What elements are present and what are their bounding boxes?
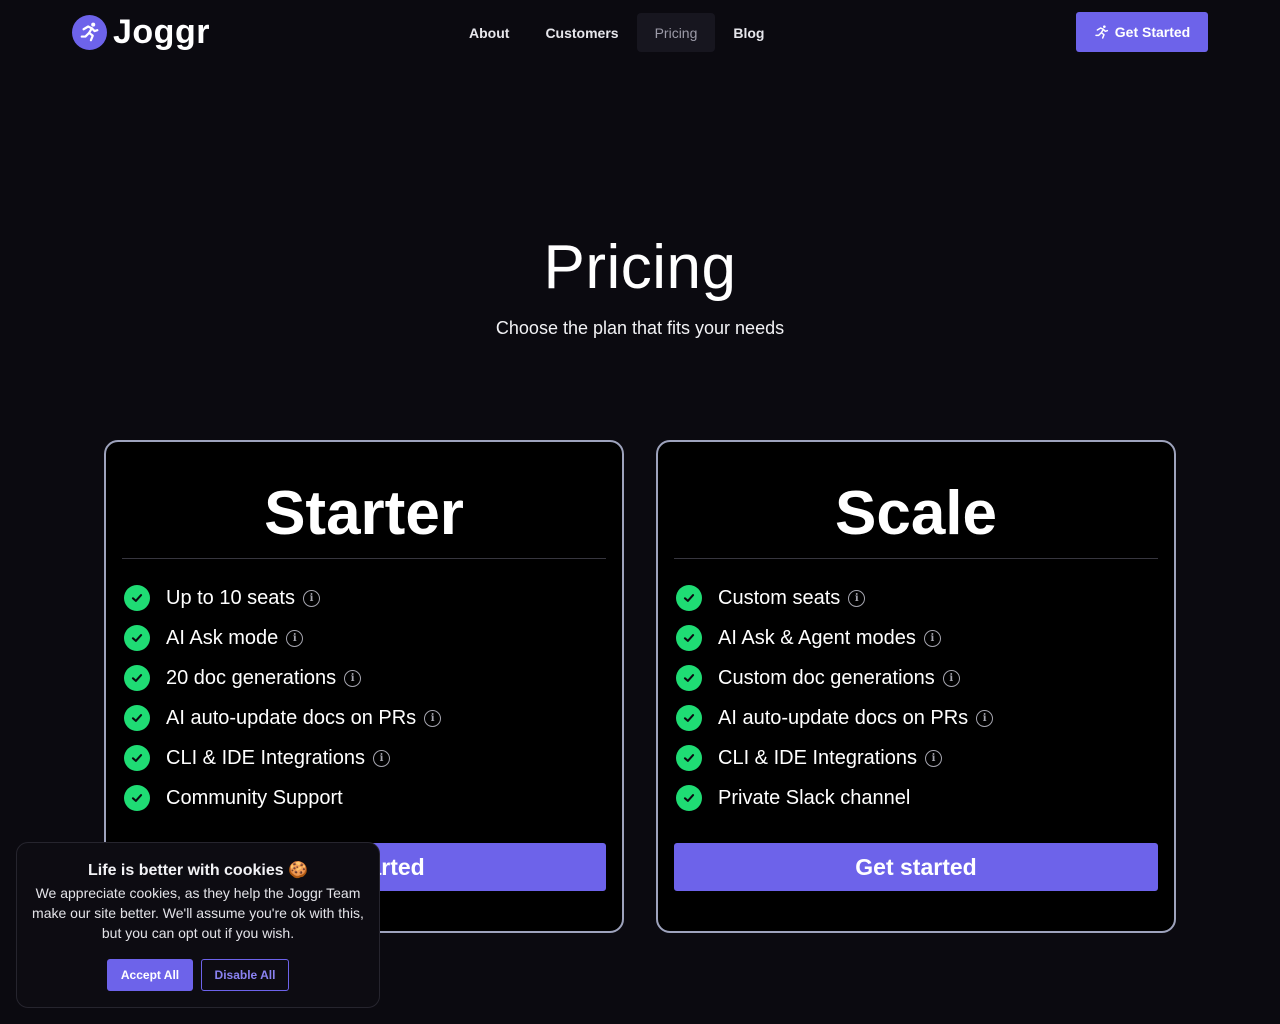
check-icon: [124, 705, 150, 731]
feature-label: AI Ask & Agent modes: [718, 626, 916, 649]
cookie-text: We appreciate cookies, as they help the …: [32, 885, 364, 941]
feature-list: Custom seats i AI Ask & Agent modes i Cu…: [674, 578, 1158, 818]
info-icon[interactable]: i: [848, 589, 866, 607]
check-icon: [676, 785, 702, 811]
feature-list: Up to 10 seats i AI Ask mode i 20 doc ge…: [122, 578, 606, 818]
info-icon[interactable]: i: [924, 749, 942, 767]
check-icon: [676, 665, 702, 691]
info-icon[interactable]: i: [344, 669, 362, 687]
brand-name: Joggr: [113, 13, 210, 51]
info-icon[interactable]: i: [942, 669, 960, 687]
nav-item-pricing[interactable]: Pricing: [636, 13, 716, 52]
runner-icon: [72, 14, 107, 50]
main-nav: About Customers Pricing Blog: [451, 13, 782, 52]
feature-item: Community Support: [122, 778, 606, 818]
cookie-banner: Life is better with cookies 🍪 We appreci…: [16, 842, 380, 1008]
feature-label: AI Ask mode: [166, 626, 279, 649]
disable-all-button[interactable]: Disable All: [201, 959, 289, 991]
feature-label: AI auto-update docs on PRs: [166, 706, 417, 729]
info-icon[interactable]: i: [923, 629, 941, 647]
plan-name: Starter: [264, 479, 464, 548]
check-icon: [124, 625, 150, 651]
feature-item: CLI & IDE Integrations i: [674, 738, 1158, 778]
check-icon: [124, 665, 150, 691]
feature-label: Custom seats: [718, 586, 841, 609]
check-icon: [676, 625, 702, 651]
divider: [122, 558, 606, 559]
nav-item-about[interactable]: About: [451, 13, 527, 52]
feature-item: Private Slack channel: [674, 778, 1158, 818]
feature-label: AI auto-update docs on PRs: [718, 706, 969, 729]
feature-label: Community Support: [166, 786, 343, 809]
feature-label: CLI & IDE Integrations: [718, 746, 917, 769]
feature-item: AI Ask & Agent modes i: [674, 618, 1158, 658]
nav-item-customers[interactable]: Customers: [527, 13, 636, 52]
feature-label: Custom doc generations: [718, 666, 935, 689]
check-icon: [124, 785, 150, 811]
info-icon[interactable]: i: [976, 709, 994, 727]
page-title: Pricing: [543, 233, 737, 302]
plan-card-scale: Scale Custom seats i AI Ask & Agent mode…: [656, 440, 1176, 933]
feature-label: Up to 10 seats: [166, 586, 295, 609]
feature-item: 20 doc generations i: [122, 658, 606, 698]
runner-icon: [1095, 25, 1108, 39]
feature-label: CLI & IDE Integrations: [166, 746, 365, 769]
site-header: Joggr About Customers Pricing Blog Get S…: [0, 0, 1280, 66]
feature-item: AI Ask mode i: [122, 618, 606, 658]
feature-item: AI auto-update docs on PRs i: [674, 698, 1158, 738]
check-icon: [124, 745, 150, 771]
nav-item-blog[interactable]: Blog: [715, 13, 782, 52]
scale-get-started-button[interactable]: Get started: [674, 843, 1158, 891]
get-started-button[interactable]: Get Started: [1076, 12, 1208, 52]
check-icon: [676, 745, 702, 771]
divider: [674, 558, 1158, 559]
info-icon[interactable]: i: [372, 749, 390, 767]
get-started-label: Get Started: [1114, 24, 1191, 40]
feature-item: AI auto-update docs on PRs i: [122, 698, 606, 738]
check-icon: [676, 585, 702, 611]
feature-item: CLI & IDE Integrations i: [122, 738, 606, 778]
info-icon[interactable]: i: [286, 629, 304, 647]
feature-item: Custom seats i: [674, 578, 1158, 618]
feature-label: 20 doc generations: [166, 666, 337, 689]
info-icon[interactable]: i: [302, 589, 320, 607]
plan-name: Scale: [834, 479, 998, 548]
page-subtitle: Choose the plan that fits your needs: [495, 318, 785, 338]
info-icon[interactable]: i: [424, 709, 442, 727]
cookie-title: Life is better with cookies 🍪: [88, 862, 308, 879]
check-icon: [676, 705, 702, 731]
accept-all-button[interactable]: Accept All: [107, 959, 193, 991]
feature-item: Up to 10 seats i: [122, 578, 606, 618]
cookie-actions: Accept All Disable All: [29, 959, 367, 991]
feature-item: Custom doc generations i: [674, 658, 1158, 698]
check-icon: [124, 585, 150, 611]
feature-label: Private Slack channel: [718, 786, 911, 809]
logo[interactable]: Joggr: [72, 14, 210, 50]
